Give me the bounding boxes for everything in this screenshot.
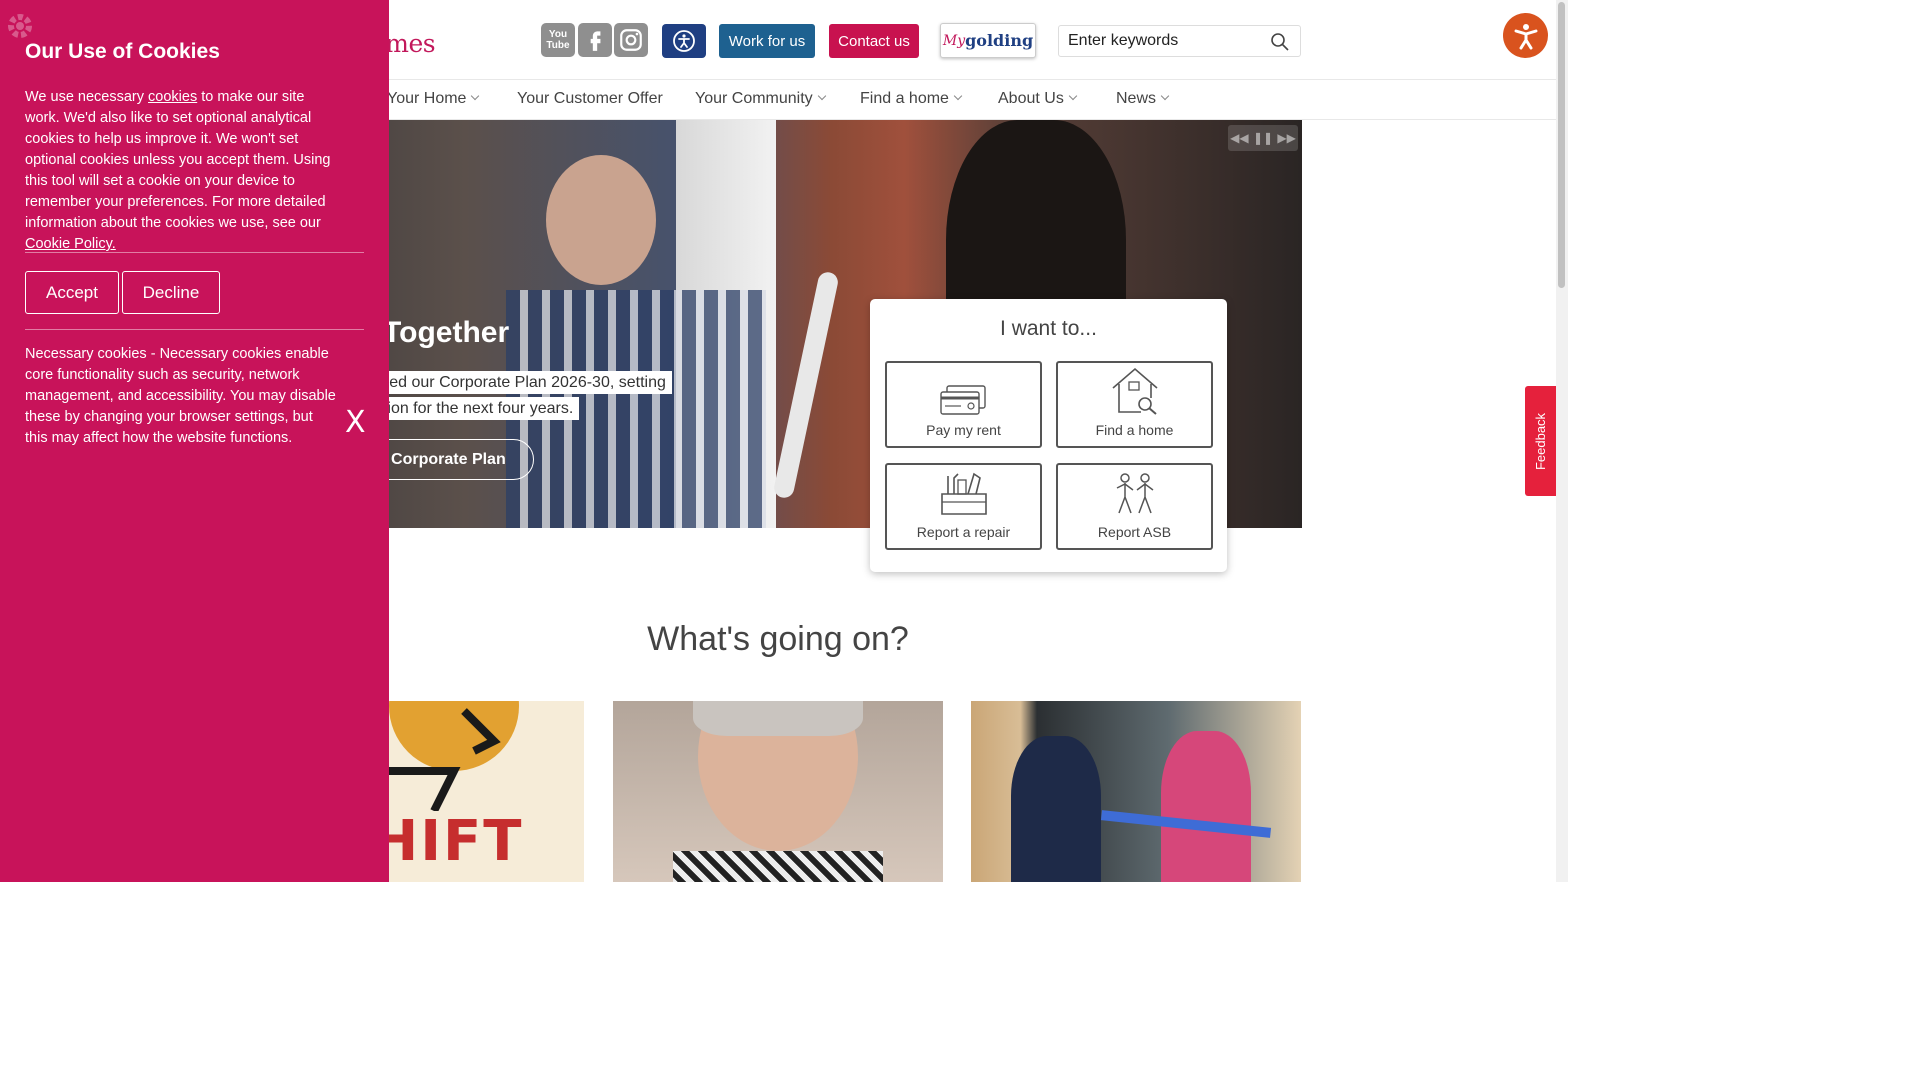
search-icon[interactable] — [1270, 32, 1290, 52]
cookies-link[interactable]: cookies — [148, 89, 197, 105]
slider-prev-icon[interactable]: ◀◀ — [1230, 131, 1248, 145]
youtube-label: You Tube — [546, 29, 570, 51]
tile-label: Pay my rent — [926, 422, 1001, 438]
chevron-down-icon — [953, 91, 963, 101]
chevron-down-icon — [471, 91, 480, 101]
nav-label: Find a home — [860, 90, 949, 107]
feedback-tab[interactable]: Feedback — [1525, 386, 1556, 496]
i-want-to-panel: I want to... Pay my rent Find a home Rep… — [870, 299, 1227, 572]
credit-card-icon — [939, 385, 986, 415]
chevron-down-icon — [817, 91, 826, 101]
page-scrollbar[interactable] — [1556, 0, 1568, 882]
nav-label: Your Customer Offer — [517, 90, 663, 107]
slider-pause-icon[interactable]: ❚❚ — [1253, 131, 1273, 145]
tile-label: Find a home — [1095, 422, 1174, 438]
nav-your-customer-offer[interactable]: Your Customer Offer — [517, 90, 663, 108]
ribbon-person-right — [1161, 731, 1251, 882]
hero-man-head — [546, 155, 656, 285]
chevron-down-icon — [1068, 91, 1078, 101]
nav-label: Your Home — [387, 90, 467, 107]
nav-find-a-home[interactable]: Find a home — [860, 90, 963, 108]
cookie-intro-after: to make our site work. We'd also like to… — [25, 89, 331, 231]
cookie-policy-link[interactable]: Cookie Policy. — [25, 236, 116, 252]
cookie-settings-gear-icon[interactable] — [2, 8, 38, 44]
ribbon-person-left — [1011, 736, 1101, 882]
tile-label: Report a repair — [916, 524, 1011, 540]
slider-controls: ◀◀ ❚❚ ▶▶ — [1228, 125, 1298, 151]
scrollbar-thumb[interactable] — [1558, 2, 1565, 288]
accessibility-button[interactable] — [662, 24, 706, 58]
cookie-title: Our Use of Cookies — [25, 40, 220, 63]
news-card-portrait[interactable] — [613, 701, 943, 882]
nav-about-us[interactable]: About Us — [998, 90, 1078, 108]
toolbox-icon — [940, 472, 987, 515]
feedback-label: Feedback — [1533, 412, 1548, 470]
find-a-home-tile[interactable]: Find a home — [1056, 361, 1213, 448]
search-input[interactable] — [1059, 26, 1259, 56]
contact-us-button[interactable]: Contact us — [829, 24, 919, 58]
nav-label: Your Community — [695, 90, 813, 107]
accessibility-widget-button[interactable] — [1503, 13, 1548, 58]
accept-cookies-button[interactable]: Accept — [25, 271, 119, 314]
hero-grab-rail — [772, 270, 840, 500]
facebook-icon[interactable] — [578, 23, 612, 57]
mygolding-golding: golding — [965, 31, 1034, 50]
instagram-icon[interactable] — [614, 23, 648, 57]
pay-my-rent-tile[interactable]: Pay my rent — [885, 361, 1042, 448]
tile-label: Report ASB — [1097, 524, 1172, 540]
house-search-icon — [1111, 367, 1158, 415]
i-want-to-title: I want to... — [1000, 317, 1097, 340]
youtube-icon[interactable]: You Tube — [541, 23, 575, 57]
cookie-intro-before: We use necessary — [25, 89, 149, 105]
nav-news[interactable]: News — [1116, 90, 1170, 108]
cookie-divider — [25, 252, 364, 253]
nav-label: News — [1116, 90, 1157, 107]
necessary-cookies-text: Necessary cookies - Necessary cookies en… — [25, 346, 336, 446]
cookie-consent-panel: Our Use of Cookies We use necessary cook… — [0, 0, 389, 882]
chevron-down-icon — [1160, 91, 1170, 101]
work-for-us-button[interactable]: Work for us — [719, 24, 815, 58]
nav-your-community[interactable]: Your Community — [695, 90, 826, 108]
accessibility-person-icon — [1514, 23, 1537, 49]
decline-cookies-button[interactable]: Decline — [122, 271, 220, 314]
report-a-repair-tile[interactable]: Report a repair — [885, 463, 1042, 550]
portrait-top — [673, 851, 883, 882]
news-card-ribbon-cutting[interactable] — [971, 701, 1301, 882]
cookie-divider — [25, 329, 364, 330]
search-box — [1058, 25, 1301, 57]
accessibility-icon — [673, 30, 695, 52]
portrait-hair — [693, 701, 863, 736]
mygolding-my: My — [942, 32, 966, 49]
nav-label: About Us — [998, 90, 1064, 107]
report-asb-tile[interactable]: Report ASB — [1056, 463, 1213, 550]
people-icon — [1116, 473, 1153, 514]
slider-next-icon[interactable]: ▶▶ — [1277, 131, 1295, 145]
nav-your-home[interactable]: Your Home — [387, 90, 480, 108]
mygolding-button[interactable]: My golding — [940, 23, 1036, 58]
cookie-intro-text: We use necessary cookies to make our sit… — [25, 87, 343, 255]
close-cookie-panel-button[interactable]: X — [345, 405, 366, 440]
